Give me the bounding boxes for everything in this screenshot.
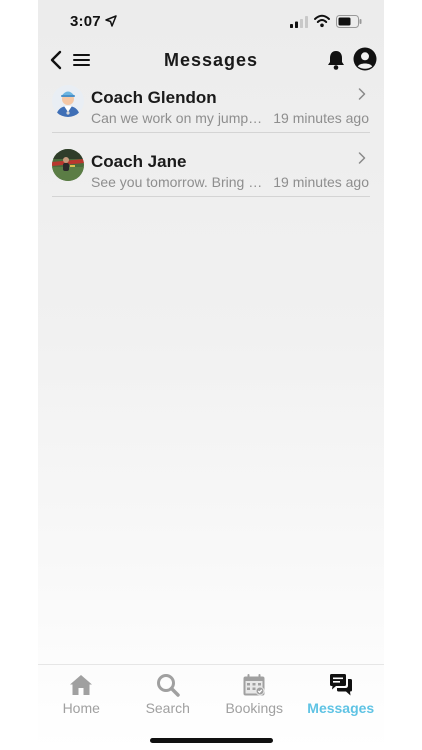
chat-bubbles-icon	[329, 674, 352, 696]
message-timestamp: 19 minutes ago	[273, 174, 369, 190]
bottom-tab-bar: Home Search Bookings Messages	[38, 664, 384, 721]
contact-name: Coach Jane	[91, 152, 187, 171]
message-timestamp: 19 minutes ago	[273, 110, 369, 126]
contact-name: Coach Glendon	[91, 88, 217, 107]
status-time: 3:07	[70, 13, 101, 30]
tab-bookings[interactable]: Bookings	[211, 665, 298, 721]
battery-icon	[336, 15, 362, 28]
chevron-right-icon	[358, 88, 366, 100]
location-arrow-icon	[105, 15, 117, 27]
athlete-photo-avatar	[52, 149, 84, 181]
tab-search[interactable]: Search	[125, 665, 212, 721]
message-list: Coach Glendon Can we work on my jumpshot…	[52, 80, 370, 208]
message-preview: Can we work on my jumpshot?	[91, 110, 266, 126]
search-icon	[156, 674, 180, 697]
tab-messages[interactable]: Messages	[298, 665, 385, 721]
home-indicator	[150, 738, 273, 743]
tab-label: Search	[145, 700, 190, 716]
tab-label: Messages	[307, 700, 375, 716]
tab-label: Home	[62, 700, 100, 716]
message-preview: See you tomorrow. Bring your gear.	[91, 174, 266, 190]
app-screen: 3:07 Messages Coach Glendon Can we work …	[38, 0, 384, 750]
home-icon	[70, 675, 93, 695]
notifications-bell-icon[interactable]	[325, 49, 347, 71]
wifi-icon	[314, 14, 330, 28]
conversation-row[interactable]: Coach Glendon Can we work on my jumpshot…	[52, 80, 370, 133]
coach-avatar	[52, 85, 84, 117]
chevron-right-icon	[358, 152, 366, 164]
user-profile-icon[interactable]	[353, 47, 377, 71]
tab-label: Bookings	[225, 700, 284, 716]
conversation-row[interactable]: Coach Jane See you tomorrow. Bring your …	[52, 144, 370, 197]
tab-home[interactable]: Home	[38, 665, 125, 721]
navigation-bar: Messages	[38, 44, 384, 76]
cellular-signal-icon	[290, 16, 308, 28]
calendar-icon	[243, 674, 265, 696]
status-bar: 3:07	[38, 0, 384, 44]
